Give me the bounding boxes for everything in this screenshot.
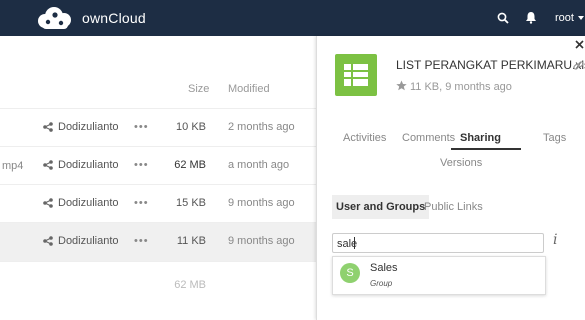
file-list: Size Modified Dodizulianto ••• 10 KB 2 m… — [0, 36, 316, 320]
file-owner[interactable]: Dodizulianto — [58, 121, 119, 133]
file-modified: a month ago — [228, 159, 290, 171]
app-name: ownCloud — [82, 10, 146, 26]
share-icon[interactable] — [43, 236, 53, 246]
tab-versions[interactable]: Versions — [440, 157, 482, 169]
link-icon[interactable] — [573, 60, 584, 71]
autocomplete-suggestion[interactable]: S Sales Group — [332, 256, 546, 295]
share-icon[interactable] — [43, 160, 53, 170]
file-owner[interactable]: Dodizulianto — [58, 197, 119, 209]
more-actions-icon[interactable]: ••• — [134, 235, 149, 247]
file-row-selected[interactable]: Dodizulianto ••• 11 KB 9 months ago — [0, 222, 316, 262]
more-actions-icon[interactable]: ••• — [134, 159, 149, 171]
file-meta-text: 11 KB, 9 months ago — [410, 81, 512, 93]
total-size: 62 MB — [174, 279, 206, 291]
file-modified: 2 months ago — [228, 121, 295, 133]
more-actions-icon[interactable]: ••• — [134, 121, 149, 133]
column-header-size[interactable]: Size — [188, 83, 209, 95]
more-actions-icon[interactable]: ••• — [134, 197, 149, 209]
top-bar: ownCloud root — [0, 0, 585, 36]
bell-icon[interactable] — [525, 11, 537, 24]
subtab-user-and-groups[interactable]: User and Groups — [332, 195, 430, 219]
file-name[interactable]: mp4 — [2, 160, 23, 172]
file-meta: 11 KB, 9 months ago — [396, 80, 512, 93]
chevron-down-icon[interactable] — [578, 16, 584, 20]
subtab-public-links[interactable]: Public Links — [420, 195, 487, 219]
file-owner[interactable]: Dodizulianto — [58, 235, 119, 247]
file-row[interactable]: mp4 Dodizulianto ••• 62 MB a month ago — [0, 146, 316, 185]
user-menu-label[interactable]: root — [555, 12, 574, 24]
info-icon[interactable]: i — [553, 232, 557, 248]
active-tab-indicator — [451, 148, 521, 150]
share-icon[interactable] — [43, 198, 53, 208]
file-modified: 9 months ago — [228, 235, 295, 247]
close-icon[interactable] — [575, 40, 584, 49]
tab-sharing[interactable]: Sharing — [460, 132, 501, 144]
tab-activities[interactable]: Activities — [343, 132, 386, 144]
file-row[interactable]: Dodizulianto ••• 10 KB 2 months ago — [0, 108, 316, 147]
tab-tags[interactable]: Tags — [543, 132, 566, 144]
suggestion-type: Group — [370, 279, 393, 288]
file-size: 62 MB — [174, 159, 206, 171]
file-row[interactable]: Dodizulianto ••• 15 KB 9 months ago — [0, 184, 316, 223]
avatar: S — [340, 263, 360, 283]
file-title: LIST PERANGKAT PERKIMARU.xlsx — [396, 58, 585, 72]
search-icon[interactable] — [497, 12, 509, 24]
star-icon[interactable] — [396, 80, 407, 91]
file-size: 11 KB — [176, 235, 206, 247]
file-modified: 9 months ago — [228, 197, 295, 209]
owncloud-logo-icon[interactable] — [34, 5, 74, 31]
details-sidebar: LIST PERANGKAT PERKIMARU.xlsx 11 KB, 9 m… — [316, 36, 585, 320]
share-icon[interactable] — [43, 122, 53, 132]
file-size: 10 KB — [176, 121, 206, 133]
suggestion-name[interactable]: Sales — [370, 262, 398, 274]
tab-comments[interactable]: Comments — [402, 132, 455, 144]
column-header-modified[interactable]: Modified — [228, 83, 270, 95]
spreadsheet-file-icon — [335, 54, 377, 96]
text-cursor — [354, 237, 355, 249]
file-owner[interactable]: Dodizulianto — [58, 159, 119, 171]
share-with-input[interactable]: sale — [332, 233, 544, 253]
file-size: 15 KB — [176, 197, 206, 209]
